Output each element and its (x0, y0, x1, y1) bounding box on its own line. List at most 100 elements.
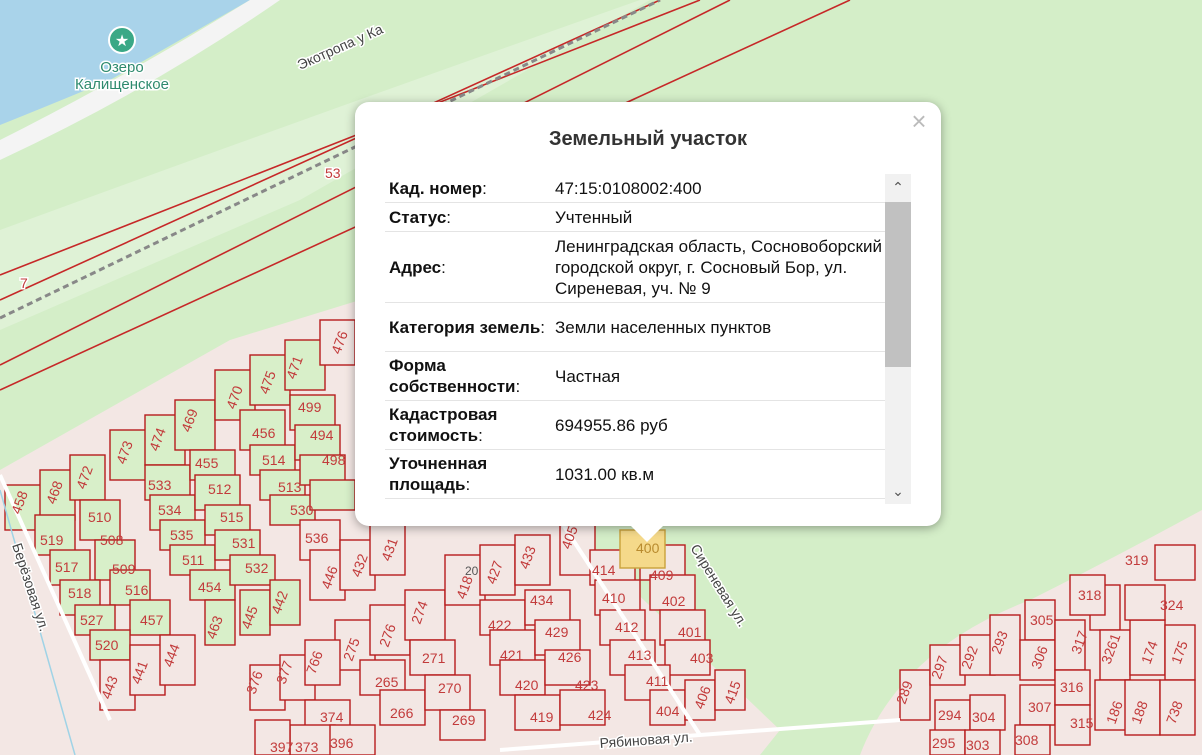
plot-number: 520 (95, 637, 119, 653)
plot-number: 509 (112, 561, 136, 577)
plot-number: 421 (500, 647, 524, 663)
info-row-key-text: Уточненная площадь (389, 454, 488, 494)
plot-number: 374 (320, 709, 344, 725)
star-icon: ★ (115, 33, 129, 50)
plot-number: 498 (322, 452, 346, 468)
plot-number: 423 (575, 677, 599, 693)
plot-number: 294 (938, 707, 962, 723)
plot-number: 403 (690, 650, 714, 666)
lake-name-line1: Озеро (100, 59, 143, 76)
plot-number: 396 (330, 735, 354, 751)
info-row-value: Частная (555, 366, 621, 386)
plot-number: 457 (140, 612, 164, 628)
plot-number: 414 (592, 562, 616, 578)
plot-number: 265 (375, 674, 399, 690)
popup-title: Земельный участок (548, 128, 748, 150)
info-row-value: 694955.86 руб (555, 415, 668, 435)
plot-number: 304 (972, 709, 996, 725)
plot-number: 318 (1078, 587, 1102, 603)
plot-number: 513 (278, 479, 302, 495)
info-row: Кадастровая стоимость: 694955.86 руб (385, 401, 885, 450)
info-row-key-text: Адрес (389, 257, 442, 277)
info-row: Категория земель: Земли населенных пункто… (385, 303, 885, 352)
plot-number: 404 (656, 703, 680, 719)
info-row-key-text: Статус (389, 207, 447, 227)
plot-number: 373 (295, 739, 319, 755)
info-row-key: Адрес: (385, 255, 555, 280)
plot-number: 269 (452, 712, 476, 728)
plot-number: 532 (245, 560, 269, 576)
info-row-colon: : (482, 178, 487, 198)
info-row: Уточненная площадь: 1031.00 кв.м (385, 450, 885, 499)
close-icon[interactable]: × (907, 106, 931, 136)
plot-number: 499 (298, 399, 322, 415)
land-plot[interactable] (309, 479, 356, 511)
plot-number: 305 (1030, 612, 1054, 628)
chevron-down-icon[interactable]: ⌄ (885, 478, 911, 504)
info-table[interactable]: Кад. номер: 47:15:0108002:400 Статус: Учтен… (385, 174, 911, 504)
plot-number: 531 (232, 535, 256, 551)
plot-number: 514 (262, 452, 286, 468)
plot-number: 400 (636, 540, 660, 556)
plot-number: 533 (148, 477, 172, 493)
plot-number: 409 (650, 567, 674, 583)
land-plot[interactable] (1124, 584, 1166, 621)
plot-number: 518 (68, 585, 92, 601)
info-row-colon: : (446, 207, 452, 227)
plot-number: 512 (208, 481, 232, 497)
plot-number: 413 (628, 647, 652, 663)
plot-number: 535 (170, 527, 194, 543)
plot-number: 530 (290, 502, 314, 518)
plot-number: 434 (530, 592, 554, 608)
info-row-value: Ленинградская область, Сосновоборский го… (555, 236, 882, 298)
plot-number: 534 (158, 502, 182, 518)
info-row-key: Уточненная площадь: (385, 451, 555, 497)
scrollbar[interactable]: ⌃ ⌄ (885, 174, 911, 504)
info-row-colon: : (515, 377, 521, 396)
plot-number: 20 (465, 564, 479, 578)
plot-number: 316 (1060, 679, 1084, 695)
plot-number: 315 (1070, 715, 1094, 731)
plot-number: 515 (220, 509, 244, 525)
info-row-key: Категория земель: (385, 315, 555, 340)
plot-number: 508 (100, 532, 124, 548)
plot-number: 419 (530, 709, 554, 725)
plot-number: 510 (88, 509, 112, 525)
info-row: Кад. номер: 47:15:0108002:400 (385, 174, 885, 203)
plot-number: 527 (80, 612, 104, 628)
plot-number: 410 (602, 590, 626, 606)
plot-number: 307 (1028, 699, 1052, 715)
chevron-up-icon[interactable]: ⌃ (885, 174, 911, 200)
plot-number: 270 (438, 680, 462, 696)
info-row-key-text: Кад. номер (389, 178, 483, 198)
label-53: 53 (325, 165, 341, 181)
info-row-key-text: Категория земель (389, 317, 541, 337)
land-plot[interactable] (1154, 544, 1196, 581)
info-row-colon: : (465, 475, 471, 494)
plot-number: 517 (55, 559, 79, 575)
info-row: Статус: Учтенный (385, 203, 885, 232)
info-row-key: Форма собственности: (385, 353, 555, 399)
info-row: Адрес: Ленинградская область, Сосновоборс… (385, 232, 885, 303)
info-row-value: 47:15:0108002:400 (555, 178, 702, 198)
plot-number: 397 (270, 739, 294, 755)
plot-number: 455 (195, 455, 219, 471)
plot-number: 454 (198, 579, 222, 595)
lake-name-line2: Калищенское (75, 76, 169, 93)
plot-number: 402 (662, 593, 686, 609)
plot-number: 516 (125, 582, 149, 598)
plot-number: 511 (182, 552, 205, 568)
plot-number: 519 (40, 532, 64, 548)
plot-number: 456 (252, 425, 276, 441)
plot-number: 424 (588, 707, 612, 723)
info-row-key: Кадастровая стоимость: (385, 402, 555, 448)
plot-number: 426 (558, 649, 582, 665)
info-row-value: Земли населенных пунктов (555, 317, 772, 337)
plot-number: 271 (422, 650, 446, 666)
info-row: Форма собственности: Частная (385, 352, 885, 401)
plot-number: 494 (310, 427, 334, 443)
scrollbar-thumb[interactable] (885, 202, 911, 367)
plot-number: 429 (545, 624, 569, 640)
info-row-key: Статус: (385, 205, 555, 230)
label-7: 7 (20, 275, 28, 291)
